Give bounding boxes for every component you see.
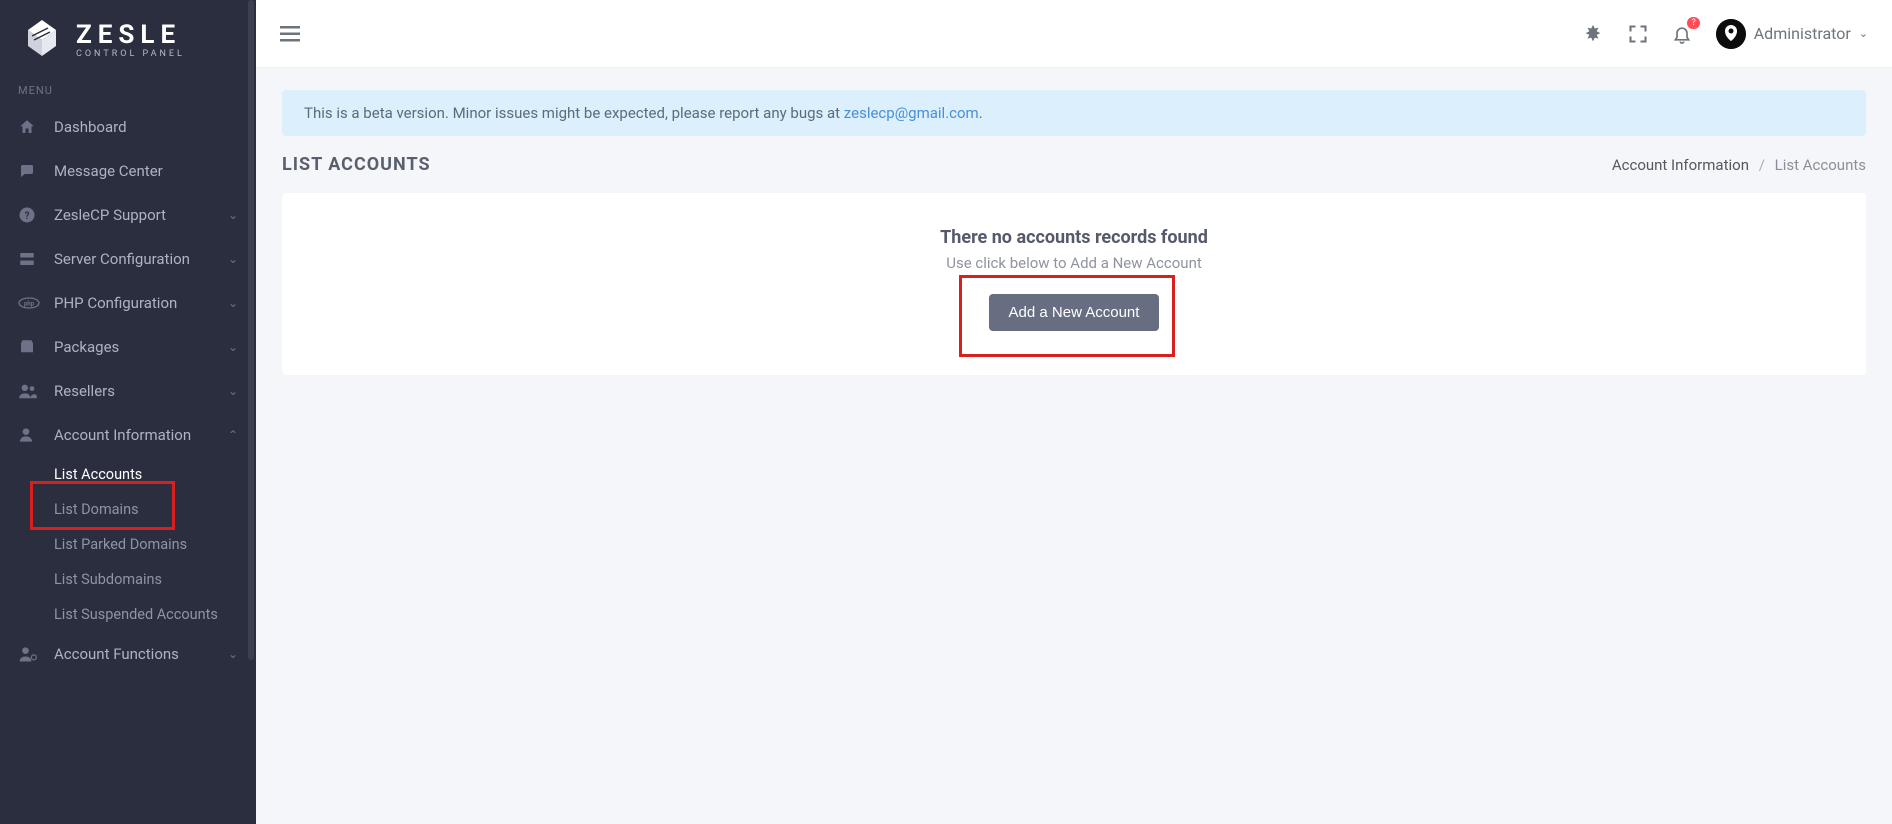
user-menu[interactable]: Administrator ⌄ — [1716, 19, 1868, 49]
sidebar-scrollbar[interactable] — [248, 0, 254, 660]
sidebar-item-label: PHP Configuration — [54, 294, 177, 312]
sidebar-item-support[interactable]: ? ZesleCP Support ⌄ — [0, 193, 256, 237]
sidebar-item-label: Packages — [54, 338, 119, 356]
empty-subtext: Use click below to Add a New Account — [306, 254, 1842, 272]
brand-logo[interactable]: ZESLE CONTROL PANEL — [0, 0, 256, 76]
logo-mark-icon — [20, 18, 64, 62]
breadcrumb-separator: / — [1759, 156, 1765, 174]
notification-badge: ? — [1687, 17, 1699, 30]
sidebar-item-label: Resellers — [54, 382, 115, 400]
brand-name: ZESLE — [76, 22, 185, 48]
alert-text-prefix: This is a beta version. Minor issues mig… — [304, 104, 844, 122]
sidebar-nav: Dashboard Message Center ? ZesleCP Suppo… — [0, 105, 256, 457]
sidebar-item-packages[interactable]: Packages ⌄ — [0, 325, 256, 369]
chevron-down-icon: ⌄ — [228, 296, 238, 310]
home-icon — [18, 118, 38, 136]
menu-section-label: MENU — [0, 76, 256, 105]
sidebar-subnav-account-info: List Accounts List Domains List Parked D… — [0, 457, 256, 632]
subitem-list-parked-domains[interactable]: List Parked Domains — [0, 527, 256, 562]
sidebar-item-label: Account Information — [54, 426, 191, 444]
avatar — [1716, 19, 1746, 49]
chevron-down-icon: ⌄ — [228, 252, 238, 266]
sidebar: ZESLE CONTROL PANEL MENU Dashboard Messa… — [0, 0, 256, 824]
server-icon — [18, 250, 38, 268]
chevron-down-icon: ⌄ — [228, 208, 238, 222]
user-icon — [18, 426, 38, 444]
sidebar-item-account-functions[interactable]: Account Functions ⌄ — [0, 632, 256, 676]
user-gear-icon — [18, 645, 38, 663]
svg-text:php: php — [24, 301, 35, 308]
user-label: Administrator — [1754, 24, 1851, 43]
alert-email-link[interactable]: zeslecp@gmail.com — [844, 104, 979, 122]
empty-heading: There no accounts records found — [306, 227, 1842, 248]
users-icon — [18, 383, 38, 399]
sidebar-item-label: Server Configuration — [54, 250, 190, 268]
sidebar-item-label: Message Center — [54, 162, 163, 180]
package-icon — [18, 338, 38, 356]
brand-tagline: CONTROL PANEL — [76, 50, 185, 59]
content: This is a beta version. Minor issues mig… — [256, 68, 1892, 397]
accounts-empty-card: There no accounts records found Use clic… — [282, 193, 1866, 375]
chevron-up-icon: ⌃ — [228, 428, 238, 442]
topbar: ? Administrator ⌄ — [256, 0, 1892, 68]
subitem-list-suspended-accounts[interactable]: List Suspended Accounts — [0, 597, 256, 632]
sidebar-item-label: ZesleCP Support — [54, 206, 166, 224]
chevron-down-icon: ⌄ — [228, 340, 238, 354]
sidebar-item-label: Account Functions — [54, 645, 179, 663]
beta-alert: This is a beta version. Minor issues mig… — [282, 90, 1866, 136]
subitem-list-subdomains[interactable]: List Subdomains — [0, 562, 256, 597]
fullscreen-icon[interactable] — [1628, 24, 1648, 44]
php-icon: php — [18, 297, 38, 309]
chevron-down-icon: ⌄ — [228, 647, 238, 661]
subitem-list-domains[interactable]: List Domains — [0, 492, 256, 527]
alert-text-suffix: . — [979, 104, 983, 122]
svg-text:?: ? — [25, 211, 30, 222]
sidebar-item-php-config[interactable]: php PHP Configuration ⌄ — [0, 281, 256, 325]
chevron-down-icon: ⌄ — [1859, 27, 1868, 40]
sidebar-item-resellers[interactable]: Resellers ⌄ — [0, 369, 256, 413]
sidebar-item-message-center[interactable]: Message Center — [0, 149, 256, 193]
add-account-button[interactable]: Add a New Account — [989, 294, 1160, 331]
chat-icon — [18, 162, 38, 180]
chevron-down-icon: ⌄ — [228, 384, 238, 398]
subitem-list-accounts[interactable]: List Accounts — [0, 457, 256, 492]
breadcrumb-parent[interactable]: Account Information — [1612, 156, 1749, 174]
sidebar-toggle-button[interactable] — [280, 26, 300, 42]
page-title: LIST ACCOUNTS — [282, 154, 431, 175]
notifications-button[interactable]: ? — [1672, 23, 1692, 45]
sidebar-item-server-config[interactable]: Server Configuration ⌄ — [0, 237, 256, 281]
breadcrumb: Account Information / List Accounts — [1612, 156, 1866, 174]
sidebar-item-label: Dashboard — [54, 118, 127, 136]
breadcrumb-current: List Accounts — [1775, 156, 1866, 174]
leaf-icon[interactable] — [1582, 23, 1604, 45]
help-icon: ? — [18, 206, 38, 224]
sidebar-item-account-information[interactable]: Account Information ⌃ — [0, 413, 256, 457]
main-area: ? Administrator ⌄ This is a beta version… — [256, 0, 1892, 824]
sidebar-item-dashboard[interactable]: Dashboard — [0, 105, 256, 149]
